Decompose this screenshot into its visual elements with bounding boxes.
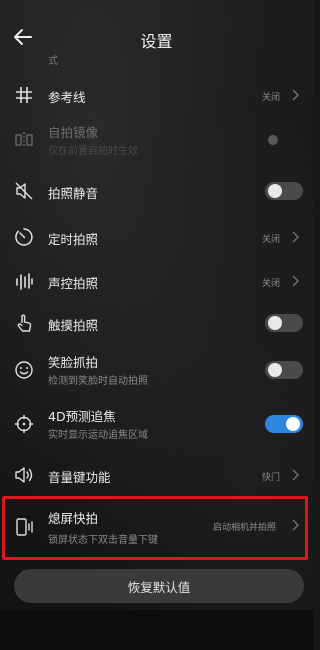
touch-capture-toggle[interactable] <box>265 314 303 332</box>
setting-label: 声控拍照 <box>48 276 99 291</box>
restore-defaults-button[interactable]: 恢复默认值 <box>14 569 304 603</box>
grid-icon <box>16 87 32 103</box>
setting-row-smile-capture[interactable]: 笑脸抓拍 检测到笑脸时自动拍照 <box>0 348 313 392</box>
touch-hand-icon <box>17 314 32 332</box>
timer-icon <box>15 228 33 246</box>
setting-label: 笑脸抓拍 <box>48 355 99 370</box>
setting-subtitle: 仅在前置自拍时生效 <box>48 146 138 157</box>
setting-label: 触摸拍照 <box>48 318 99 333</box>
setting-row-touch-capture[interactable]: 触摸拍照 <box>0 308 313 338</box>
setting-value: 快门 <box>262 473 281 483</box>
setting-value: 关闭 <box>262 235 281 245</box>
setting-row-selfie-mirror: 自拍镜像 仅在前置自拍时生效 <box>0 118 313 162</box>
setting-label: 拍照静音 <box>48 186 99 201</box>
setting-label: 定时拍照 <box>48 232 99 247</box>
setting-row-volume-key[interactable]: 音量键功能 快门 <box>0 460 313 490</box>
scrolled-text-fragment: 式 <box>48 56 58 67</box>
setting-row-timer[interactable]: 定时拍照 关闭 <box>0 222 313 252</box>
mirror-icon <box>15 132 33 148</box>
setting-subtitle: 检测到笑脸时自动拍照 <box>48 376 148 387</box>
mute-toggle[interactable] <box>265 182 303 200</box>
smile-capture-toggle[interactable] <box>265 361 303 379</box>
setting-row-4d-focus[interactable]: 4D预测追焦 实时显示运动追焦区域 <box>0 402 313 446</box>
crosshair-icon <box>15 415 33 433</box>
setting-row-gridlines[interactable]: 参考线 关闭 <box>0 80 313 110</box>
volume-icon <box>15 467 33 483</box>
setting-label: 自拍镜像 <box>48 125 99 140</box>
setting-value: 关闭 <box>262 93 281 103</box>
chevron-right-icon <box>292 469 299 481</box>
highlight-box <box>2 496 308 560</box>
bottom-bar <box>0 610 313 650</box>
setting-row-shutter-mute[interactable]: 拍照静音 <box>0 176 313 206</box>
audio-bars-icon <box>16 273 33 290</box>
setting-value: 关闭 <box>262 279 281 289</box>
setting-label: 参考线 <box>48 90 86 105</box>
setting-label: 4D预测追焦 <box>48 409 116 424</box>
smile-icon <box>15 361 33 379</box>
setting-subtitle: 实时显示运动追焦区域 <box>48 430 148 441</box>
header: 设置 <box>0 0 313 62</box>
4d-focus-toggle[interactable] <box>265 415 303 433</box>
chevron-right-icon <box>292 89 299 101</box>
setting-label: 音量键功能 <box>48 470 111 485</box>
mute-icon <box>15 182 33 200</box>
page-title: 设置 <box>140 32 173 51</box>
chevron-right-icon <box>292 275 299 287</box>
disabled-toggle-indicator <box>268 135 278 145</box>
setting-row-voice-control[interactable]: 声控拍照 关闭 <box>0 266 313 296</box>
chevron-right-icon <box>292 231 299 243</box>
